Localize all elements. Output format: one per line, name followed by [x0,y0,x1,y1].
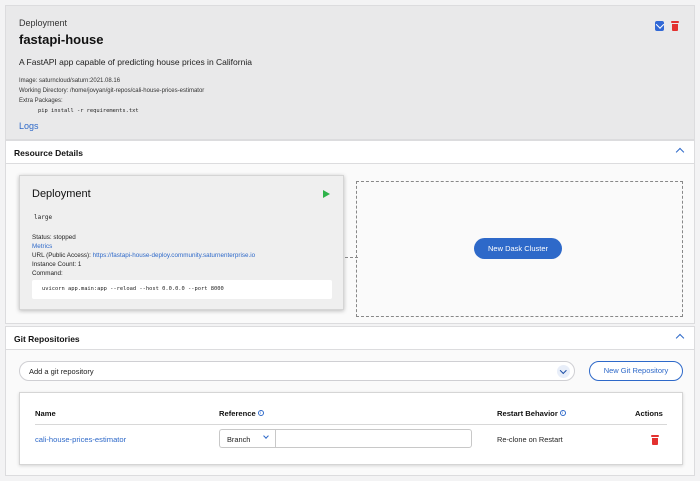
play-icon[interactable] [323,190,330,198]
resource-details-header[interactable]: Resource Details [5,140,695,164]
resource-details-body: Deployment large Status: stopped Metrics… [5,164,695,324]
chevron-down-icon [263,433,269,439]
edit-icon[interactable] [655,21,664,31]
chevron-down-icon[interactable] [557,365,570,378]
restart-behavior-value: Re-clone on Restart [497,435,563,444]
extra-packages-command: pip install -r requirements.txt [38,108,139,114]
extra-packages-label: Extra Packages: [19,98,63,104]
column-header-name: Name [35,409,56,418]
deployment-description: A FastAPI app capable of predicting hous… [19,57,252,67]
git-repositories-table: Name Reference i Restart Behavior i Action… [19,392,683,465]
info-icon[interactable]: i [559,410,566,416]
trash-icon [671,21,679,31]
delete-deployment-button[interactable] [671,21,680,31]
section-title: Resource Details [14,148,83,158]
column-header-actions: Actions [635,409,663,418]
chevron-up-icon[interactable] [675,333,685,343]
logs-link[interactable]: Logs [19,121,39,131]
new-git-repository-button[interactable]: New Git Repository [589,361,683,381]
deployment-card: Deployment large Status: stopped Metrics… [19,175,344,310]
section-title: Git Repositories [14,334,80,344]
resource-type-label: Deployment [19,18,68,28]
url-label: URL (Public Access): [32,252,93,259]
instance-size: large [34,214,53,221]
repository-name-link[interactable]: cali-house-prices-estimator [35,435,126,444]
delete-repository-button[interactable] [651,435,659,445]
card-title: Deployment [32,188,91,200]
dask-cluster-placeholder: New Dask Cluster [356,181,683,317]
git-repositories-header[interactable]: Git Repositories [5,326,695,350]
trash-icon [651,435,659,445]
working-directory-info: Working Directory: /home/jovyan/git-repo… [19,88,205,94]
info-icon[interactable]: i [257,410,264,416]
image-info: Image: saturncloud/saturn:2021.08.16 [19,78,121,84]
select-placeholder: Add a git repository [29,367,94,376]
chevron-up-icon[interactable] [675,147,685,157]
add-git-repository-select[interactable]: Add a git repository [19,361,575,381]
public-url-link[interactable]: https://fastapi-house-deploy.community.s… [93,252,256,259]
page-title: fastapi-house [19,32,104,47]
url-line: URL (Public Access): https://fastapi-hou… [32,252,255,259]
git-repositories-body: Add a git repository New Git Repository … [5,350,695,476]
status-text: Status: stopped [32,234,76,241]
command-label: Command: [32,270,63,277]
command-box: uvicorn app.main:app --reload --host 0.0… [32,280,332,299]
new-dask-cluster-button[interactable]: New Dask Cluster [474,238,562,259]
column-header-reference: Reference i [219,409,264,418]
metrics-link[interactable]: Metrics [32,243,52,250]
deployment-header: Deployment fastapi-house A FastAPI app c… [5,5,695,140]
reference-input[interactable] [275,429,472,448]
reference-type-select[interactable]: Branch [219,429,275,448]
divider [35,424,667,425]
instance-count: Instance Count: 1 [32,261,82,268]
column-header-restart: Restart Behavior i [497,409,566,418]
